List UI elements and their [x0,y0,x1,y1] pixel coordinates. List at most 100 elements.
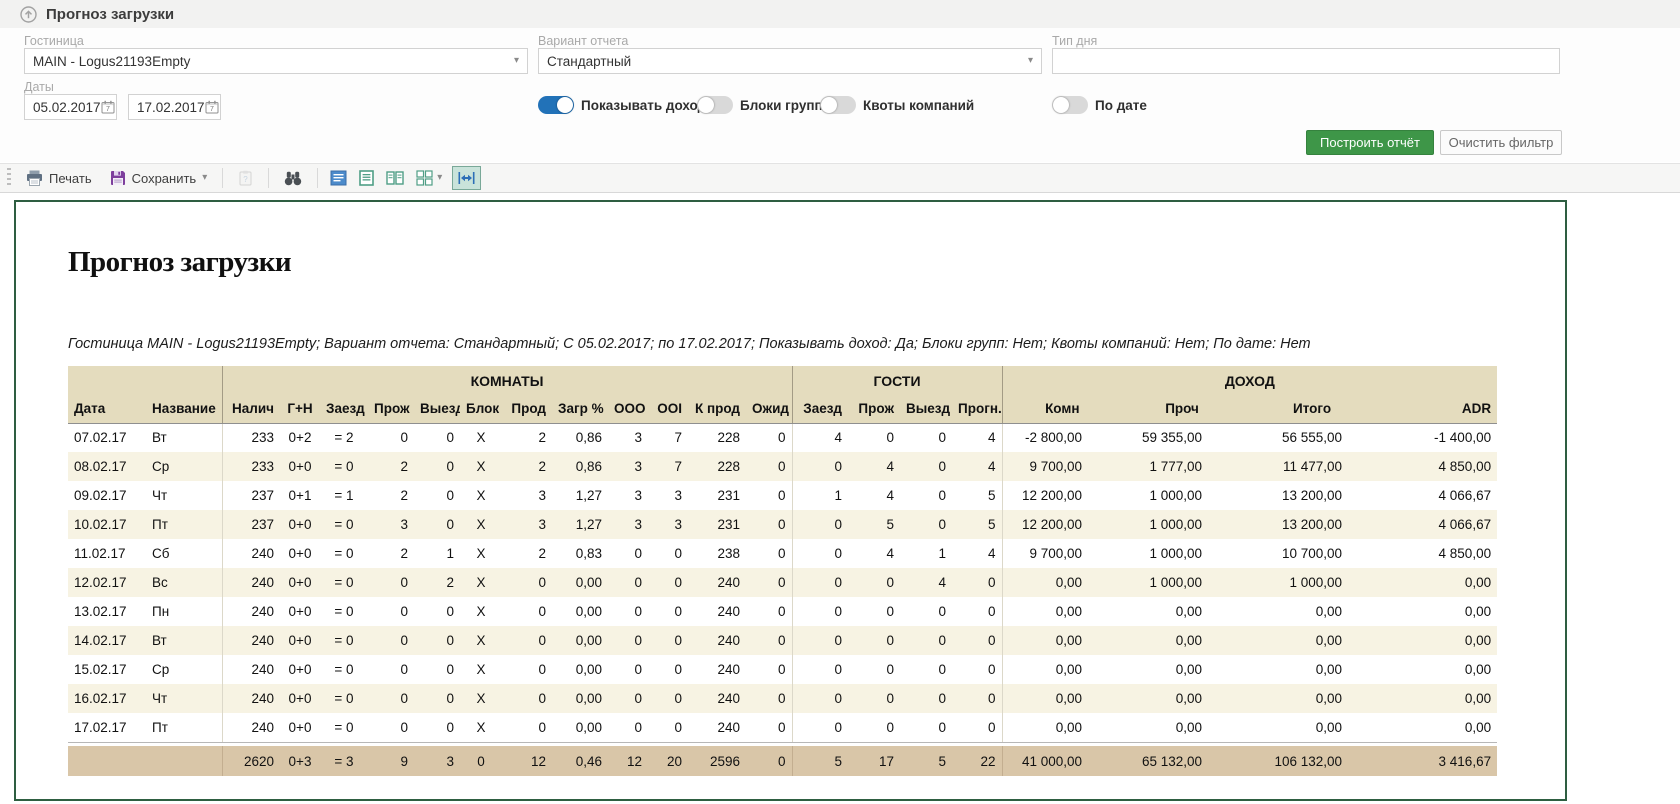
collapse-panel-icon[interactable] [20,6,37,23]
cell: 0 [502,655,552,684]
cell: 240 [222,655,280,684]
toggle-by-date[interactable]: По дате [1052,96,1147,114]
cell: 0 [746,626,792,655]
cell: 0 [502,713,552,742]
cell: 0,00 [552,684,608,713]
cell: X [460,423,502,452]
cell: 0+0 [280,568,320,597]
single-page-icon [359,170,374,186]
column-header: Заезд [792,395,848,423]
date-from-value: 05.02.2017 [33,100,101,115]
toggle-show-income[interactable]: Показывать доход [538,96,706,114]
toggle-company-quotas[interactable]: Квоты компаний [820,96,974,114]
view-continuous-button[interactable] [325,166,352,190]
fit-page-width-button[interactable] [452,166,481,190]
cell: 2 [414,568,460,597]
table-row: 08.02.17Ср2330+0= 020X20,8637228004049 7… [68,452,1497,481]
cell: 3 [608,510,648,539]
report-viewer: Прогноз загрузки Гостиница MAIN - Logus2… [14,200,1567,801]
date-to-field[interactable]: 17.02.2017 7 [128,94,221,120]
save-label: Сохранить [132,171,197,186]
cell: 0 [648,597,688,626]
table-row: 09.02.17Чт2370+1= 120X31,27332310140512 … [68,481,1497,510]
toggle-switch [1052,96,1088,114]
report-variant-select[interactable]: Стандартный ▾ [538,48,1042,74]
cell: 1 000,00 [1122,539,1242,568]
cell: 0 [900,655,952,684]
cell: 07.02.17 [68,423,146,452]
cell: Пн [146,597,222,626]
cell: 5 [952,481,1002,510]
column-header: К прод [688,395,746,423]
cell: 0 [746,423,792,452]
calendar-icon[interactable]: 7 [101,100,115,114]
total-cell: 17 [848,746,900,776]
cell: Ср [146,655,222,684]
cell: 0+0 [280,510,320,539]
toggle-group-blocks[interactable]: Блоки групп [697,96,823,114]
view-single-page-button[interactable] [354,166,379,190]
cell: 3 [502,481,552,510]
cell: 0 [848,423,900,452]
clear-filter-button[interactable]: Очистить фильтр [1440,130,1562,155]
cell: 0 [414,626,460,655]
daytype-label: Тип дня [1052,34,1097,48]
cell: 0 [792,452,848,481]
total-cell [146,746,222,776]
group-header [68,366,222,395]
cell: Чт [146,684,222,713]
table-row: 15.02.17Ср2400+0= 000X00,0000240000000,0… [68,655,1497,684]
cell: 0 [414,713,460,742]
paste-button[interactable]: ? [230,166,261,190]
total-cell: 3 [414,746,460,776]
view-two-pages-button[interactable] [381,166,409,190]
cell: 0,00 [1002,626,1122,655]
date-from-field[interactable]: 05.02.2017 7 [24,94,117,120]
cell: 240 [222,626,280,655]
cell: 3 [502,510,552,539]
total-cell: 0 [746,746,792,776]
cell: 9 700,00 [1002,539,1122,568]
multi-pages-caret[interactable]: ▾ [437,173,442,183]
report-subtitle: Гостиница MAIN - Logus21193Empty; Вариан… [68,336,1311,352]
toolbar-grip[interactable] [7,168,11,188]
cell: = 0 [320,510,368,539]
build-report-button[interactable]: Построить отчёт [1306,130,1434,155]
cell: 4 066,67 [1382,481,1497,510]
table-row: 07.02.17Вт2330+2= 200X20,863722804004-2 … [68,423,1497,452]
save-dropdown-caret[interactable]: ▾ [202,173,207,183]
table-row: 10.02.17Пт2370+0= 030X31,27332310050512 … [68,510,1497,539]
cell: 0 [900,684,952,713]
printer-icon [26,170,43,186]
cell: = 0 [320,568,368,597]
cell: 0 [368,597,414,626]
table-row: 11.02.17Сб2400+0= 021X20,8300238004149 7… [68,539,1497,568]
cell: 9 700,00 [1002,452,1122,481]
group-header-row: КОМНАТЫГОСТИДОХОД [68,366,1497,395]
find-button[interactable] [276,167,310,190]
cell: 2 [502,539,552,568]
page-blue-icon [330,170,347,186]
cell: 240 [222,568,280,597]
svg-text:7: 7 [106,106,110,113]
calendar-icon[interactable]: 7 [205,100,219,114]
cell: 0,00 [552,568,608,597]
cell: 0 [746,597,792,626]
cell: 13 200,00 [1242,510,1382,539]
cell: 0+1 [280,481,320,510]
cell: 0 [414,655,460,684]
cell: 0 [648,568,688,597]
day-type-input[interactable] [1052,48,1560,74]
view-multi-pages-button[interactable]: ▾ [411,166,447,190]
cell: 0 [502,568,552,597]
print-button[interactable]: Печать [18,166,100,190]
hotel-select[interactable]: MAIN - Logus21193Empty ▾ [24,48,528,74]
cell: 0 [900,452,952,481]
cell: 0+0 [280,655,320,684]
cell: 2 [368,539,414,568]
cell: X [460,452,502,481]
cell: 59 355,00 [1122,423,1242,452]
cell: 12.02.17 [68,568,146,597]
cell: 0 [648,539,688,568]
save-button[interactable]: Сохранить ▾ [102,166,216,190]
